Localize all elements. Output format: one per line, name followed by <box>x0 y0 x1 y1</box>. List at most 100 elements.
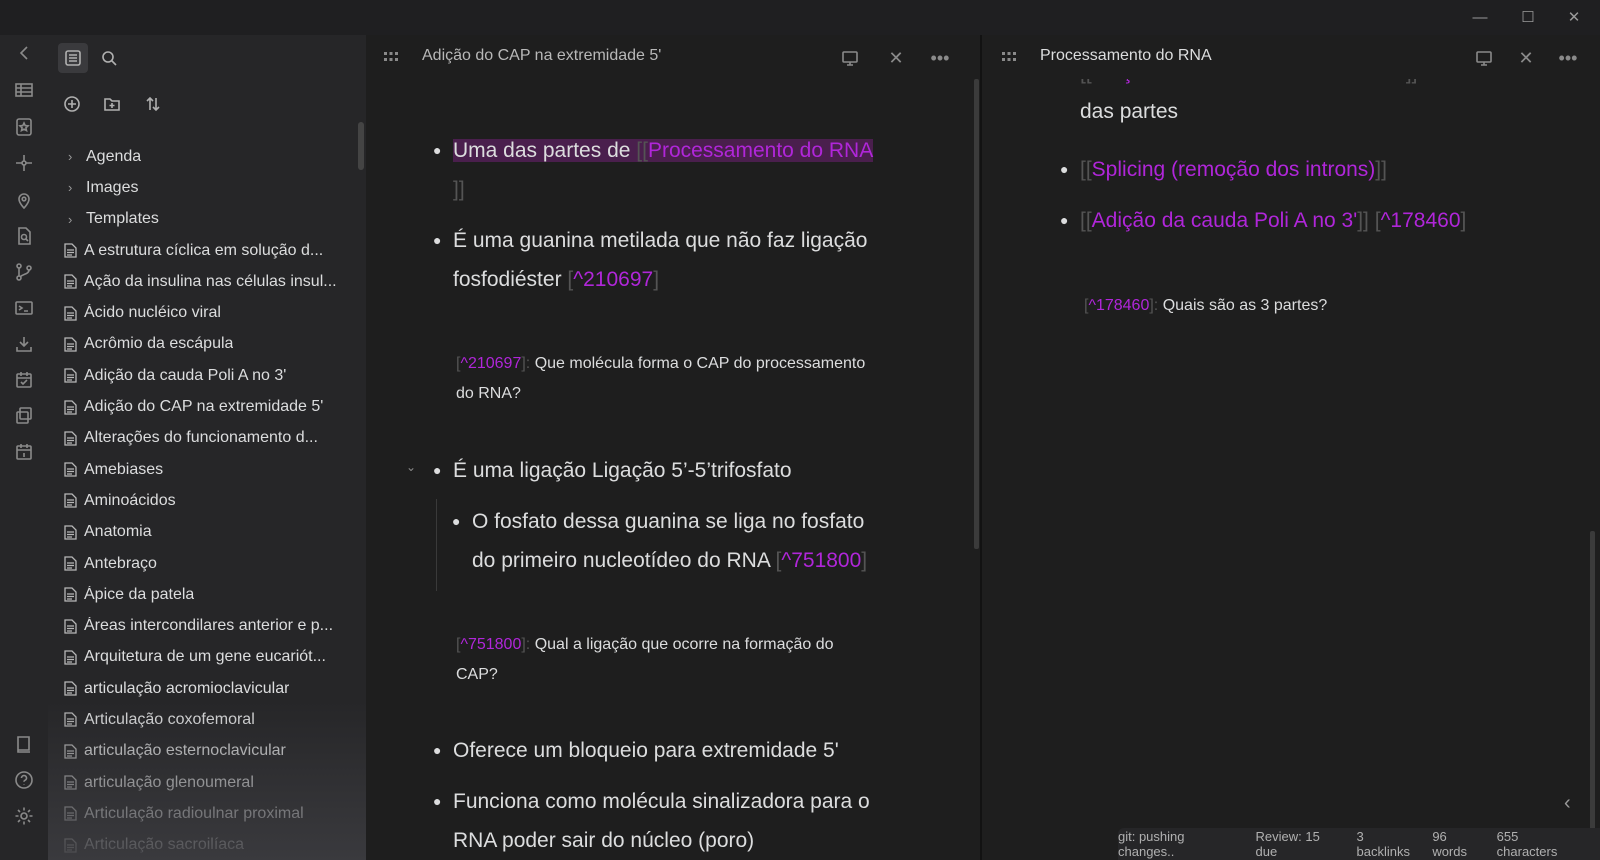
word-count: 96 words <box>1432 829 1467 859</box>
reading-view-icon[interactable] <box>838 46 862 70</box>
tree-folder[interactable]: › Templates <box>64 204 354 235</box>
backlinks-count[interactable]: 3 backlinks <box>1356 829 1420 859</box>
tree-folder[interactable]: › Images <box>64 172 354 203</box>
chevron-right-icon: › <box>68 211 73 227</box>
tree-item-label: Acrômio da escápula <box>84 335 234 353</box>
tree-file[interactable]: Antebraço <box>64 548 354 579</box>
more-options-icon[interactable]: ••• <box>928 46 952 70</box>
file-explorer-tab[interactable] <box>58 43 88 73</box>
calendar-icon[interactable] <box>12 440 36 464</box>
close-icon[interactable]: ✕ <box>1514 46 1538 70</box>
tree-file[interactable]: Adição do CAP na extremidade 5' <box>64 391 354 422</box>
tree-item-label: Amebiases <box>84 460 164 478</box>
status-bar: git: pushing changes.. Review: 15 due 3 … <box>1118 828 1600 860</box>
tree-item-label: Articulação sacroilíaca <box>84 836 245 854</box>
new-note-button[interactable] <box>60 92 84 116</box>
list-item: ● É uma ligação Ligação 5’-5’trifosfato <box>433 459 792 482</box>
help-icon[interactable] <box>12 768 36 792</box>
search-tab[interactable] <box>94 43 124 73</box>
new-folder-button[interactable] <box>100 92 124 116</box>
list-item: ● Funciona como molécula sinalizadora par… <box>433 790 870 852</box>
tree-item-label: Anatomia <box>84 523 152 541</box>
reading-view-icon[interactable] <box>1472 46 1496 70</box>
tree-item-label: Alterações do funcionamento d... <box>84 429 318 447</box>
indent-guide <box>436 499 437 591</box>
tree-item-label: Antebraço <box>84 554 157 572</box>
tree-file[interactable]: Anatomia <box>64 517 354 548</box>
tree-folder[interactable]: › Agenda <box>64 141 354 172</box>
gear-icon[interactable] <box>12 804 36 828</box>
collapse-chevron-icon[interactable]: ⌄ <box>406 460 416 474</box>
block-ref[interactable]: ^210697 <box>573 268 653 291</box>
editor-scrollbar[interactable] <box>974 79 979 549</box>
document-icon <box>64 681 84 696</box>
tree-item-label: Articulação coxofemoral <box>84 710 255 728</box>
tree-file[interactable]: Acrômio da escápula <box>64 329 354 360</box>
tree-item-label: Aminoácidos <box>84 491 176 509</box>
block-reference-note: [^178460]: Quais são as 3 partes? <box>1084 297 1328 314</box>
chevron-right-icon: › <box>68 180 73 196</box>
tree-file[interactable]: Alterações do funcionamento d... <box>64 423 354 454</box>
tree-file[interactable]: Ácido nucléico viral <box>64 297 354 328</box>
calendar-check-icon[interactable] <box>12 368 36 392</box>
window-close-icon[interactable]: ✕ <box>1562 6 1586 30</box>
tree-file[interactable]: articulação esternoclavicular <box>64 736 354 767</box>
tree-file[interactable]: Ápice da patela <box>64 579 354 610</box>
document-icon <box>64 274 84 289</box>
tree-file[interactable]: Aminoácidos <box>64 485 354 516</box>
tree-file[interactable]: A estrutura cíclica em solução d... <box>64 235 354 266</box>
document-icon <box>64 305 84 321</box>
book-icon[interactable] <box>12 732 36 756</box>
document-icon <box>64 712 84 728</box>
grid-icon[interactable] <box>380 46 402 68</box>
file-explorer-sidebar: › Agenda › Images › Templates A estrutura cícl… <box>48 35 366 860</box>
tree-file[interactable]: articulação acromioclavicular <box>64 673 354 704</box>
tree-item-label: Ação da insulina nas células insul... <box>84 272 337 290</box>
chevron-left-icon[interactable] <box>12 41 36 65</box>
copy-icon[interactable] <box>12 404 36 428</box>
document-icon <box>64 556 84 571</box>
terminal-icon[interactable] <box>12 296 36 320</box>
map-pin-icon[interactable] <box>12 188 36 212</box>
grid-icon[interactable] <box>998 46 1020 68</box>
minimize-icon[interactable]: — <box>1468 6 1492 30</box>
editor-scrollbar[interactable] <box>1590 531 1595 860</box>
internal-link[interactable]: Adição da cauda Poli A no 3' <box>1092 209 1358 232</box>
chevron-left-icon[interactable]: ‹ <box>1564 792 1571 815</box>
tree-file[interactable]: Articulação sacroilíaca <box>64 830 354 860</box>
graph-icon[interactable] <box>12 151 36 175</box>
maximize-icon[interactable]: ☐ <box>1516 6 1540 30</box>
internal-link[interactable]: Processamento do RNA <box>648 139 873 162</box>
block-ref[interactable]: ^178460 <box>1381 209 1461 232</box>
tree-item-label: Adição da cauda Poli A no 3' <box>84 366 287 384</box>
internal-link[interactable]: Splicing (remoção dos introns) <box>1092 158 1376 181</box>
tree-item-label: A estrutura cíclica em solução d... <box>84 241 324 259</box>
document-icon <box>64 838 84 853</box>
tree-file[interactable]: Ação da insulina nas células insul... <box>64 266 354 297</box>
block-ref[interactable]: ^751800 <box>781 549 861 572</box>
document-icon <box>64 618 84 634</box>
star-icon[interactable] <box>12 115 36 139</box>
review-status[interactable]: Review: 15 due <box>1256 829 1345 859</box>
more-options-icon[interactable]: ••• <box>1556 46 1580 70</box>
tree-file[interactable]: Adição da cauda Poli A no 3' <box>64 360 354 391</box>
search-doc-icon[interactable] <box>12 224 36 248</box>
git-status[interactable]: git: pushing changes.. <box>1118 829 1244 859</box>
document-icon <box>64 587 84 602</box>
document-icon <box>64 431 84 446</box>
sidebar-scrollbar[interactable] <box>358 122 364 170</box>
pane-header: Processamento do RNA ✕ ••• <box>984 35 1600 79</box>
tree-file[interactable]: Amebiases <box>64 454 354 485</box>
tree-file[interactable]: Áreas intercondilares anterior e p... <box>64 610 354 641</box>
download-icon[interactable] <box>12 332 36 356</box>
tree-file[interactable]: Arquitetura de um gene eucariót... <box>64 642 354 673</box>
tree-item-label: Articulação radioulnar proximal <box>84 804 304 822</box>
file-tree: › Agenda › Images › Templates A estrutura cícl… <box>64 141 354 860</box>
tree-file[interactable]: Articulação radioulnar proximal <box>64 798 354 829</box>
tree-file[interactable]: articulação glenoumeral <box>64 767 354 798</box>
close-icon[interactable]: ✕ <box>884 46 908 70</box>
table-icon[interactable] <box>12 78 36 102</box>
git-branch-icon[interactable] <box>12 260 36 284</box>
sort-button[interactable] <box>141 92 165 116</box>
tree-file[interactable]: Articulação coxofemoral <box>64 704 354 735</box>
